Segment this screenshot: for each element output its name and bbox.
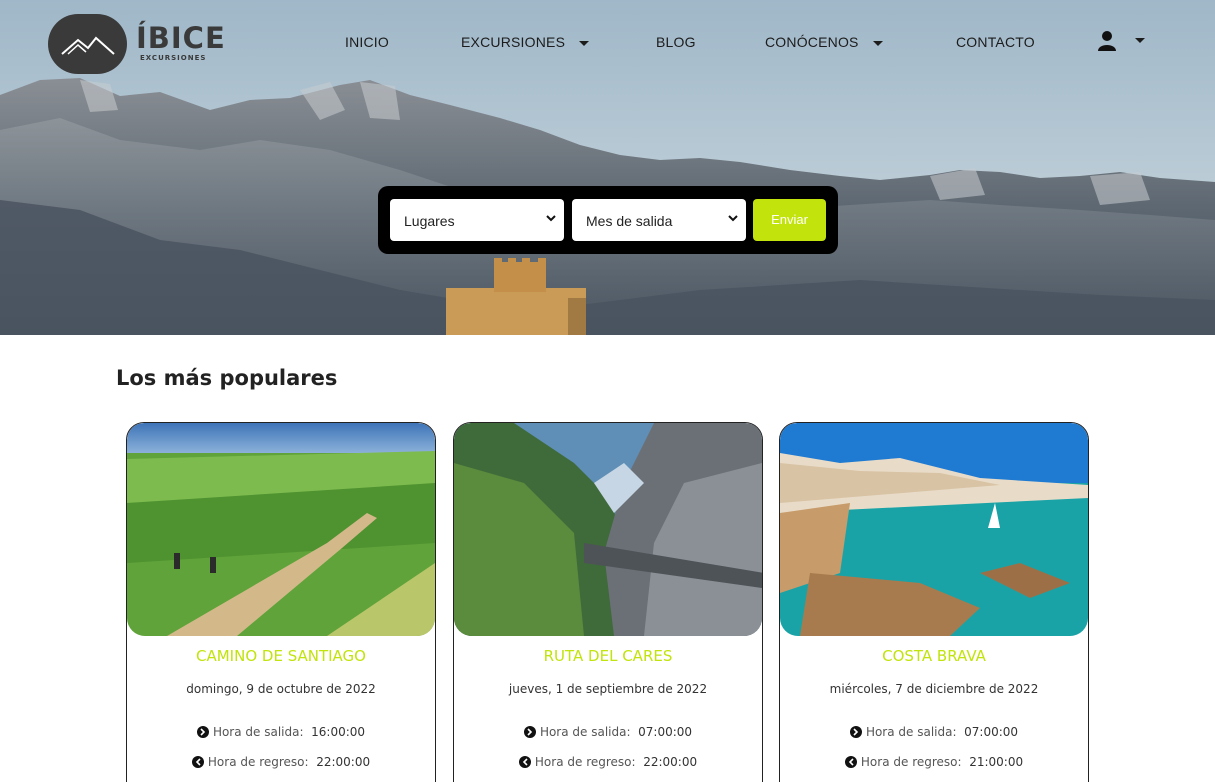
submit-button[interactable]: Enviar — [753, 199, 826, 241]
logo-badge — [48, 14, 127, 74]
return-row: Hora de regreso: 22:00:00 — [454, 755, 762, 769]
nav-blog[interactable]: BLOG — [656, 34, 696, 50]
nav-contacto-label: CONTACTO — [956, 34, 1035, 50]
places-select-value: Lugares — [404, 213, 455, 229]
tour-title: CAMINO DE SANTIAGO — [196, 647, 366, 665]
departure-row: Hora de salida: 16:00:00 — [127, 725, 435, 739]
chevron-down-icon — [1135, 38, 1145, 43]
hero-banner: ÍBICE EXCURSIONES INICIO EXCURSIONES BLO… — [0, 0, 1215, 335]
arrow-right-circle-icon — [849, 726, 862, 738]
tour-photo — [127, 423, 435, 636]
return-time: 22:00:00 — [643, 755, 698, 769]
tour-title: RUTA DEL CARES — [543, 647, 673, 665]
nav-excursiones[interactable]: EXCURSIONES — [461, 34, 590, 50]
arrow-left-circle-icon — [844, 756, 857, 768]
nav-blog-label: BLOG — [656, 34, 696, 50]
arrow-right-circle-icon — [196, 726, 209, 738]
user-menu-button[interactable] — [1096, 28, 1162, 54]
arrow-right-circle-icon — [523, 726, 536, 738]
return-label: Hora de regreso: — [534, 755, 636, 769]
user-icon — [1098, 31, 1116, 51]
tour-date: jueves, 1 de septiembre de 2022 — [508, 682, 708, 696]
departure-time: 16:00:00 — [311, 725, 366, 739]
return-row: Hora de regreso: 21:00:00 — [780, 755, 1088, 769]
departure-row: Hora de salida: 07:00:00 — [780, 725, 1088, 739]
return-label: Hora de regreso: — [207, 755, 309, 769]
brand-logo[interactable]: ÍBICE EXCURSIONES — [48, 14, 225, 74]
tour-card[interactable]: RUTA DEL CARES jueves, 1 de septiembre d… — [453, 422, 763, 782]
departure-row: Hora de salida: 07:00:00 — [454, 725, 762, 739]
chevron-down-icon — [872, 40, 883, 46]
tour-title: COSTA BRAVA — [882, 647, 986, 665]
departure-time: 07:00:00 — [638, 725, 693, 739]
month-select[interactable]: Mes de salida — [572, 199, 746, 241]
nav-inicio[interactable]: INICIO — [345, 34, 389, 50]
brand-subtitle: EXCURSIONES — [140, 54, 207, 62]
nav-contacto[interactable]: CONTACTO — [956, 34, 1035, 50]
nav-conocenos-label: CONÓCENOS — [765, 34, 859, 50]
nav-conocenos[interactable]: CONÓCENOS — [765, 34, 883, 50]
places-select[interactable]: Lugares — [390, 199, 564, 241]
tour-date: miércoles, 7 de diciembre de 2022 — [829, 682, 1039, 696]
tour-card[interactable]: COSTA BRAVA miércoles, 7 de diciembre de… — [779, 422, 1089, 782]
return-row: Hora de regreso: 22:00:00 — [127, 755, 435, 769]
return-time: 21:00:00 — [969, 755, 1024, 769]
month-select-value: Mes de salida — [586, 213, 673, 229]
mountain-logo-icon — [61, 36, 115, 55]
section-title: Los más populares — [116, 366, 338, 390]
arrow-left-circle-icon — [518, 756, 531, 768]
search-form: Lugares Mes de salida Enviar — [378, 186, 838, 254]
departure-label: Hora de salida: — [212, 725, 304, 739]
nav-inicio-label: INICIO — [345, 34, 389, 50]
chevron-down-icon — [579, 40, 590, 46]
return-time: 22:00:00 — [316, 755, 371, 769]
arrow-left-circle-icon — [191, 756, 204, 768]
tour-photo — [780, 423, 1088, 636]
chevron-down-icon — [546, 215, 556, 222]
brand-name: ÍBICE — [136, 21, 226, 55]
nav-excursiones-label: EXCURSIONES — [461, 34, 566, 50]
chevron-down-icon — [728, 215, 738, 222]
departure-time: 07:00:00 — [964, 725, 1019, 739]
tour-date: domingo, 9 de octubre de 2022 — [186, 682, 376, 696]
tour-photo — [454, 423, 762, 636]
departure-label: Hora de salida: — [865, 725, 957, 739]
return-label: Hora de regreso: — [860, 755, 962, 769]
departure-label: Hora de salida: — [539, 725, 631, 739]
tour-card[interactable]: CAMINO DE SANTIAGO domingo, 9 de octubre… — [126, 422, 436, 782]
